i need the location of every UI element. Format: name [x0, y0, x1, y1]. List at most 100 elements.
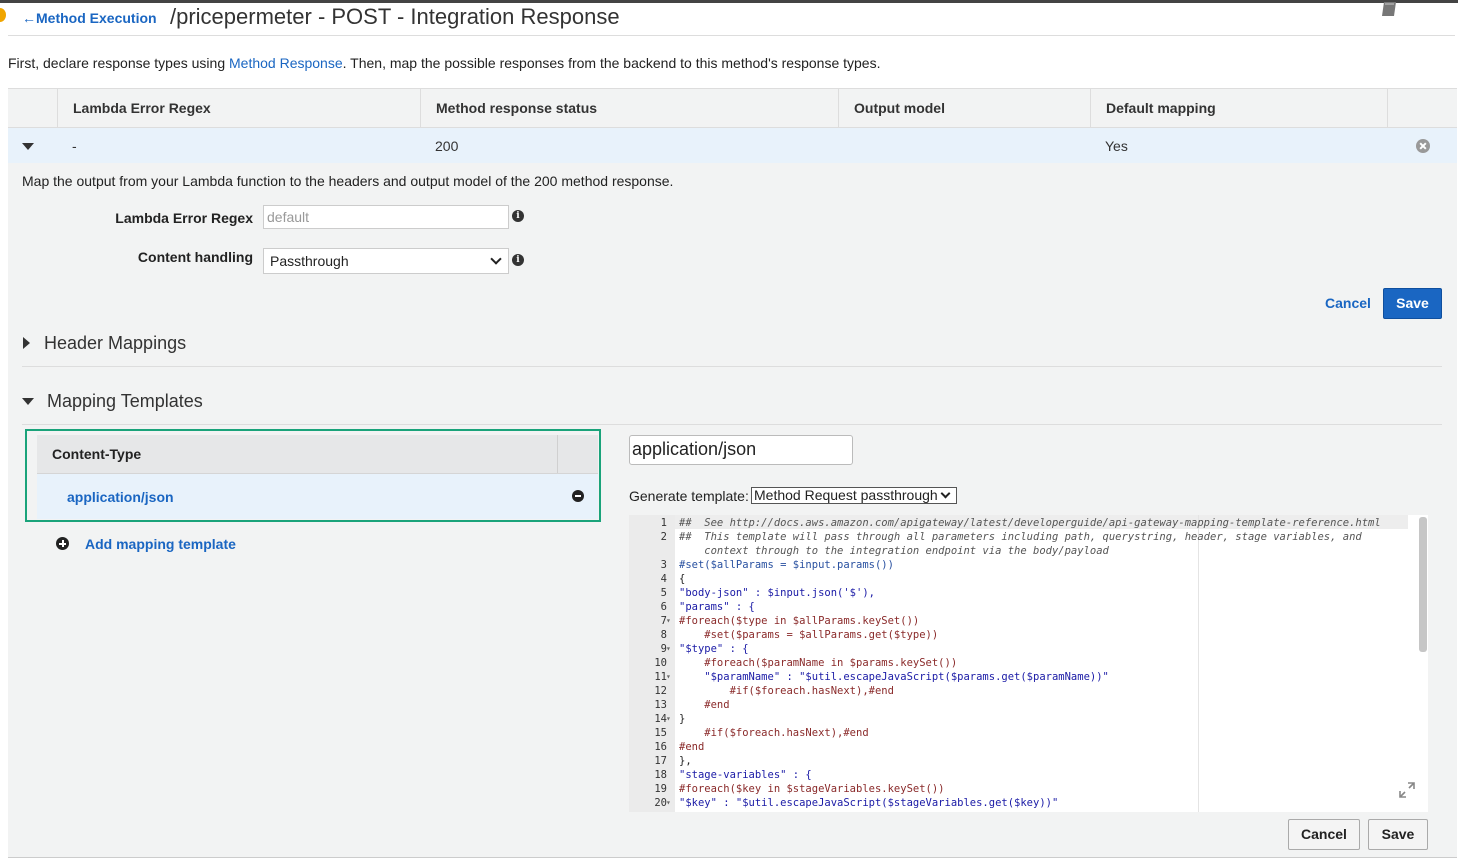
fold-toggle[interactable]: ▾ — [666, 642, 671, 656]
code-line: 4{ — [629, 572, 1409, 586]
content-handling-value: Passthrough — [270, 253, 349, 269]
method-execution-back-link[interactable]: ←Method Execution — [22, 10, 157, 26]
code-line: 11 ▾ "$paramName" : "$util.escapeJavaScri… — [629, 670, 1409, 684]
row-model — [838, 128, 853, 164]
code-text: #foreach($type in $allParams.keySet()) — [679, 615, 920, 627]
code-text: }, — [679, 755, 692, 767]
code-line: 19 #foreach($key in $stageVariables.keySe… — [629, 782, 1409, 796]
content-handling-select[interactable]: Passthrough — [263, 248, 509, 274]
fold-toggle[interactable]: ▾ — [666, 614, 671, 628]
content-type-link[interactable]: application/json — [67, 489, 174, 505]
template-save-button[interactable]: Save — [1368, 819, 1428, 850]
line-number: 10 — [654, 657, 667, 669]
code-text: "stage-variables" : { — [679, 769, 812, 781]
info-icon[interactable]: i — [512, 210, 524, 222]
code-text: #foreach($paramName in $params.keySet()) — [679, 657, 958, 669]
code-text: "params" : { — [679, 601, 755, 613]
code-text: "$type" : { — [679, 643, 749, 655]
line-number: 16 — [654, 741, 667, 753]
code-text: #foreach($key in $stageVariables.keySet(… — [679, 783, 945, 795]
column-header-regex: Lambda Error Regex — [57, 89, 420, 127]
remove-content-type-icon[interactable] — [572, 490, 584, 502]
code-line: 5 "body-json" : $input.json('$'), — [629, 586, 1409, 600]
line-number: 18 — [654, 769, 667, 781]
fold-toggle[interactable]: ▾ — [666, 670, 671, 684]
generate-template-select[interactable]: Method Request passthrough — [751, 487, 957, 504]
table-row[interactable]: - 200 Yes — [8, 128, 1457, 165]
save-button[interactable]: Save — [1383, 288, 1442, 319]
template-cancel-button[interactable]: Cancel — [1288, 819, 1360, 850]
add-icon[interactable] — [56, 537, 69, 550]
code-text: #set($params = $allParams.get($type)) — [679, 629, 939, 641]
fold-toggle[interactable]: ▾ — [666, 796, 671, 810]
line-number: 1 — [660, 517, 667, 529]
code-line: 17}, — [629, 754, 1409, 768]
back-link-label: Method Execution — [36, 10, 157, 26]
code-text: #set($allParams = $input.params()) — [679, 559, 894, 571]
line-number: 17 — [654, 755, 667, 767]
line-number: 11 — [654, 671, 667, 683]
method-response-link[interactable]: Method Response — [229, 55, 343, 71]
code-line: 3 #set($allParams = $input.params()) — [629, 558, 1409, 572]
section-divider — [22, 366, 1442, 367]
delete-response-icon[interactable] — [1416, 139, 1430, 153]
line-number: 9 — [660, 643, 667, 655]
line-number: 2 — [660, 531, 667, 543]
top-border — [0, 0, 1458, 3]
line-number: 20 — [654, 797, 667, 809]
resize-icon[interactable] — [1398, 781, 1416, 799]
info-icon[interactable]: i — [512, 254, 524, 266]
code-text: "$paramName" : "$util.escapeJavaScript($… — [679, 671, 1109, 683]
line-number: 12 — [654, 685, 667, 697]
caret-down-icon[interactable] — [22, 143, 34, 150]
fold-toggle[interactable]: ▾ — [666, 712, 671, 726]
code-text: context through to the integration endpo… — [679, 545, 1109, 557]
code-text: #if($foreach.hasNext),#end — [679, 727, 869, 739]
expand-column-header — [8, 89, 58, 127]
line-number: 7 — [660, 615, 667, 627]
line-number: 3 — [660, 559, 667, 571]
code-text: #end — [679, 741, 705, 753]
code-text: #if($foreach.hasNext),#end — [679, 685, 894, 697]
line-number: 8 — [660, 629, 667, 641]
intro-before: First, declare response types using — [8, 55, 229, 71]
column-header-default: Default mapping — [1090, 89, 1388, 127]
editor-scrollbar[interactable] — [1419, 517, 1427, 652]
code-line: 9 ▾ "$type" : { — [629, 642, 1409, 656]
cancel-button[interactable]: Cancel — [1325, 295, 1371, 311]
list-item[interactable]: application/json — [37, 474, 598, 519]
book-icon[interactable] — [1381, 2, 1397, 16]
content-type-header-label: Content-Type — [52, 446, 142, 462]
mapping-templates-title[interactable]: Mapping Templates — [47, 391, 203, 412]
column-header-status: Method response status — [420, 89, 838, 127]
code-text: ## This template will pass through all p… — [679, 531, 1362, 543]
content-type-input[interactable]: application/json — [629, 435, 853, 465]
row-status: 200 — [435, 138, 459, 154]
header-mappings-title[interactable]: Header Mappings — [44, 333, 186, 354]
code-text: "$key" : "$util.escapeJavaScript($stageV… — [679, 797, 1059, 809]
code-text: } — [679, 713, 686, 725]
regex-placeholder: default — [267, 209, 310, 225]
chevron-down-icon — [490, 253, 502, 265]
content-handling-label: Content handling — [137, 249, 253, 265]
lambda-error-regex-input[interactable]: default — [263, 205, 509, 229]
header-divider — [557, 435, 558, 473]
regex-label: Lambda Error Regex — [115, 210, 253, 226]
generate-template-label: Generate template: — [629, 488, 749, 504]
line-number: 19 — [654, 783, 667, 795]
code-line: 1 ## See http://docs.aws.amazon.com/apiga… — [629, 516, 1409, 530]
title-divider — [8, 35, 1455, 36]
intro-after: . Then, map the possible responses from … — [342, 55, 881, 71]
caret-right-icon[interactable] — [23, 337, 30, 349]
caret-down-icon[interactable] — [22, 398, 34, 405]
code-line: 18 "stage-variables" : { — [629, 768, 1409, 782]
add-mapping-template-link[interactable]: Add mapping template — [85, 536, 236, 552]
row-regex: - — [72, 138, 77, 154]
code-line: 20 ▾ "$key" : "$util.escapeJavaScript($sta… — [629, 796, 1409, 810]
template-code-editor[interactable]: 1 ## See http://docs.aws.amazon.com/apiga… — [629, 515, 1428, 812]
actions-column-header — [1387, 89, 1457, 127]
code-text: #end — [679, 699, 730, 711]
line-number: 15 — [654, 727, 667, 739]
code-text: ## See http://docs.aws.amazon.com/apigat… — [679, 517, 1381, 529]
code-text: "body-json" : $input.json('$'), — [679, 587, 875, 599]
